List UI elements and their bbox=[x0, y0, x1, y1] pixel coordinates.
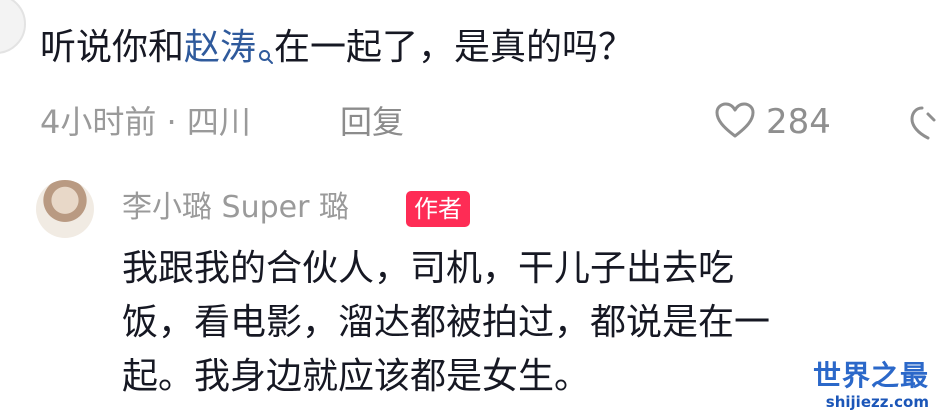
commenter-avatar[interactable] bbox=[0, 0, 26, 54]
dislike-icon[interactable] bbox=[906, 104, 937, 148]
comment-text: 听说你和赵涛 在一起了，是真的吗？ bbox=[40, 22, 634, 80]
comment-time-location: 4小时前 · 四川 bbox=[40, 103, 251, 141]
reply-author-avatar[interactable] bbox=[36, 180, 94, 238]
reply-text-line: 饭，看电影，溜达都被拍过，都说是在一 bbox=[122, 302, 771, 343]
reply-button[interactable]: 回复 bbox=[340, 100, 404, 144]
search-icon[interactable] bbox=[258, 28, 274, 80]
comment-text-after: 在一起了，是真的吗？ bbox=[274, 27, 635, 68]
reply-text-line: 我跟我的合伙人，司机，干儿子出去吃 bbox=[122, 248, 735, 289]
comment-text-before: 听说你和 bbox=[40, 27, 185, 68]
reply-text-line: 起。我身边就应该都是女生。 bbox=[122, 356, 591, 397]
author-badge: 作者 bbox=[406, 191, 470, 227]
heart-icon[interactable] bbox=[714, 101, 756, 143]
watermark: 世界之最 shijiezz.com bbox=[810, 360, 937, 420]
like-button[interactable]: 284 bbox=[714, 98, 831, 146]
like-count: 284 bbox=[766, 102, 831, 142]
watermark-title: 世界之最 bbox=[812, 359, 929, 392]
reply-author-name[interactable]: 李小璐 Super 璐 bbox=[122, 186, 349, 230]
watermark-url: shijiezz.com bbox=[825, 393, 929, 411]
reply-text: 我跟我的合伙人，司机，干儿子出去吃 饭，看电影，溜达都被拍过，都说是在一 起。我… bbox=[122, 242, 882, 404]
mention-link[interactable]: 赵涛 bbox=[184, 27, 256, 68]
